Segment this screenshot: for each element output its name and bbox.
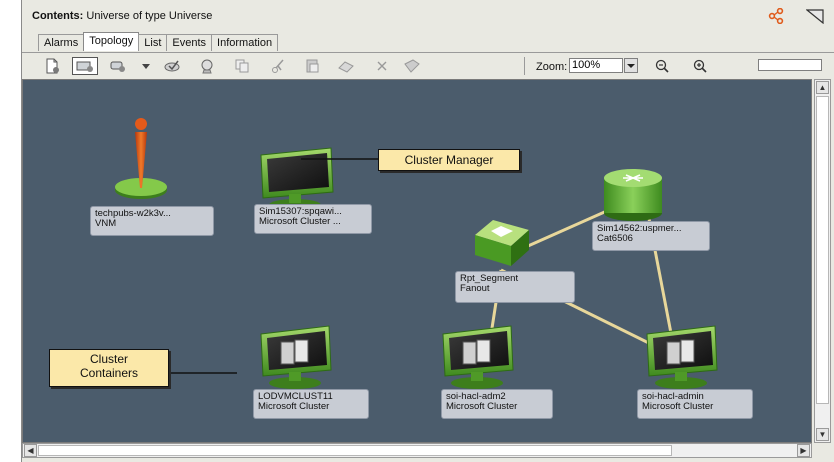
tab-alarms[interactable]: Alarms: [38, 34, 85, 51]
new-icon[interactable]: [42, 57, 62, 75]
cluster3-node-icon[interactable]: [646, 325, 718, 389]
vertical-scroll-thumb[interactable]: [816, 96, 829, 404]
scroll-left-icon[interactable]: ◀: [24, 444, 37, 457]
cluster2-node-type: Microsoft Cluster: [446, 401, 518, 412]
cluster1-node-icon[interactable]: [260, 325, 332, 389]
add-container-icon[interactable]: [72, 57, 98, 75]
vnm-node-type: VNM: [95, 218, 117, 229]
tab-topology[interactable]: Topology: [83, 32, 140, 51]
scroll-up-icon[interactable]: ▲: [816, 81, 829, 94]
topology-toolbar: Zoom: 100%: [22, 52, 834, 79]
scroll-down-icon[interactable]: ▼: [816, 428, 829, 441]
cluster1-node-type: Microsoft Cluster: [258, 401, 330, 412]
contents-title-value: Universe of type Universe: [83, 10, 213, 22]
paste-icon[interactable]: [302, 57, 322, 75]
zoom-in-icon[interactable]: [690, 57, 710, 75]
cluster-manager-callout: Cluster Manager: [378, 149, 520, 171]
cluster1-node-label[interactable]: LODVMCLUST11 Microsoft Cluster: [253, 389, 369, 419]
contents-title-label: Contents:: [32, 10, 84, 22]
router-node-icon[interactable]: [604, 169, 662, 221]
zoom-label: Zoom:: [536, 61, 568, 73]
tab-information[interactable]: Information: [211, 34, 279, 51]
copy-icon[interactable]: [232, 57, 252, 75]
cluster2-node-label[interactable]: soi-hacl-adm2 Microsoft Cluster: [441, 389, 553, 419]
fanout-node-type: Fanout: [460, 283, 490, 294]
collapse-corner-icon[interactable]: [805, 8, 824, 29]
topology-window: Contents: Universe of type Universe Alar…: [21, 0, 834, 462]
tab-events[interactable]: Events: [166, 34, 213, 51]
properties-icon[interactable]: [402, 57, 422, 75]
cluster3-node-type: Microsoft Cluster: [642, 401, 714, 412]
vertical-scrollbar[interactable]: ▲ ▼: [814, 79, 831, 443]
toolbar-divider: [524, 57, 525, 75]
cluster-manager-icon[interactable]: [260, 147, 334, 211]
cluster-manager-label[interactable]: Sim15307:spqawi... Microsoft Cluster ...: [254, 204, 372, 234]
scroll-right-icon[interactable]: ▶: [797, 444, 810, 457]
save-icon[interactable]: [162, 57, 182, 75]
fanout-node-icon[interactable]: [475, 220, 529, 266]
find-icon[interactable]: [198, 57, 218, 75]
cluster-containers-line2: Containers: [79, 366, 139, 380]
layout-icon[interactable]: [336, 57, 356, 75]
router-node-type: Cat6506: [597, 233, 633, 244]
router-node-label[interactable]: Sim14562:uspmer... Cat6506: [592, 221, 710, 251]
zoom-dropdown-icon[interactable]: [624, 58, 638, 73]
horizontal-scroll-thumb[interactable]: [38, 445, 672, 456]
horizontal-scrollbar[interactable]: ◀ ▶: [22, 443, 812, 458]
add-device-icon[interactable]: [108, 57, 128, 75]
cut-icon[interactable]: [268, 57, 288, 75]
dropdown-arrow-icon[interactable]: [136, 57, 156, 75]
cluster2-node-icon[interactable]: [442, 325, 514, 389]
cluster-containers-line1: Cluster: [89, 352, 128, 366]
delete-icon[interactable]: [372, 57, 392, 75]
fanout-node-label[interactable]: Rpt_Segment Fanout: [455, 271, 575, 303]
zoom-out-icon[interactable]: [652, 57, 672, 75]
cluster3-node-label[interactable]: soi-hacl-admin Microsoft Cluster: [637, 389, 753, 419]
cluster-manager-type: Microsoft Cluster ...: [259, 216, 341, 227]
vnm-node-icon[interactable]: [115, 118, 167, 199]
share-icon[interactable]: [768, 7, 784, 29]
topology-search-input[interactable]: [758, 59, 822, 71]
vnm-node-label[interactable]: techpubs-w2k3v... VNM: [90, 206, 214, 236]
zoom-select[interactable]: 100%: [569, 58, 623, 73]
cluster-containers-callout: Cluster Containers: [49, 349, 169, 387]
tab-list[interactable]: List: [138, 34, 168, 51]
contents-title: Contents: Universe of type Universe: [32, 10, 212, 22]
topology-canvas[interactable]: techpubs-w2k3v... VNM Sim15307:spqawi...…: [22, 79, 812, 443]
view-tabs: Alarms Topology List Events Information: [38, 32, 279, 52]
title-actions: [768, 7, 824, 29]
